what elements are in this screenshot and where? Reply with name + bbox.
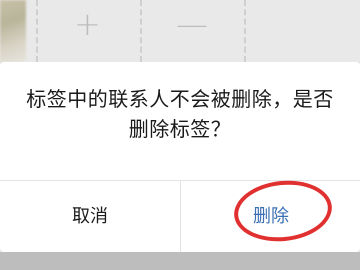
delete-tag-dialog: 标签中的联系人不会被删除，是否 删除标签？ 取消 删除 — [0, 62, 360, 253]
tile-border — [36, 0, 38, 62]
plus-icon[interactable]: + — [74, 6, 101, 42]
contact-grid-background: + — — [0, 0, 360, 62]
dialog-message-line-2: 删除标签？ — [128, 117, 232, 141]
screen-bottom-bar — [0, 252, 360, 270]
dialog-message: 标签中的联系人不会被删除，是否 删除标签？ — [0, 84, 360, 144]
delete-button[interactable]: 删除 — [181, 181, 360, 253]
contact-avatar — [0, 0, 26, 62]
tile-border — [140, 0, 142, 62]
cancel-button[interactable]: 取消 — [0, 181, 180, 253]
dialog-message-line-1: 标签中的联系人不会被删除，是否 — [26, 87, 334, 111]
tile-border — [244, 0, 246, 62]
dialog-button-row: 取消 删除 — [0, 180, 360, 253]
minus-icon[interactable]: — — [176, 6, 208, 42]
